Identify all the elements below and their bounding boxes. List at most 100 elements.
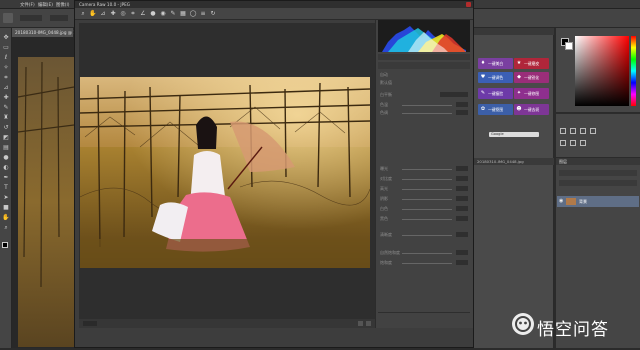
preferences-icon[interactable]: ≡ <box>199 10 207 18</box>
zoom-field[interactable] <box>83 321 97 326</box>
color-sampler-icon[interactable]: ✚ <box>109 10 117 18</box>
straighten-icon[interactable]: ∠ <box>139 10 147 18</box>
zoom-tool-icon[interactable]: ⌕ <box>79 10 87 18</box>
ext-button-3[interactable]: ♥ 一键调色 <box>478 72 513 83</box>
move-icon[interactable]: ✥ <box>2 34 10 42</box>
document-canvas[interactable] <box>12 37 75 348</box>
targeted-adjust-icon[interactable]: ◎ <box>119 10 127 18</box>
row-temperature[interactable]: 色温 <box>380 102 468 108</box>
diamond-icon: ♦ <box>480 60 486 66</box>
histogram <box>378 20 470 52</box>
camera-raw-toolbar: ⌕ ✋ ⊿ ✚ ◎ ⌗ ∠ ● ◉ ✎ ▦ ◯ ≡ ↻ <box>75 8 473 20</box>
ext-button-6[interactable]: ✦ 一键修图 <box>514 88 549 99</box>
document-tab[interactable]: 20180310-IMG_0448.jpg @ 12% <box>12 28 83 37</box>
before-after-icon[interactable] <box>358 321 363 326</box>
layers-panel-header: 图层 <box>556 158 640 165</box>
gem-icon: ◆ <box>517 74 521 80</box>
watermark-text: 悟空问答 <box>537 320 609 340</box>
document-strip[interactable]: 20180310-IMG_0448.jpg <box>474 158 554 165</box>
ext-button-1[interactable]: ♦ 一键美白 <box>478 58 513 69</box>
star-icon: ★ <box>516 60 522 66</box>
menu-edit[interactable]: 编辑(E) <box>38 2 53 8</box>
blend-mode-bar[interactable] <box>559 180 637 186</box>
curves-icon[interactable] <box>580 128 586 134</box>
dodge-icon[interactable]: ◐ <box>2 164 10 172</box>
pen-icon[interactable]: ✒ <box>2 174 10 182</box>
flower-icon: ✿ <box>480 106 486 112</box>
menu-file[interactable]: 文件(F) <box>20 2 35 8</box>
row-highlights[interactable]: 高光 <box>380 186 468 192</box>
crop-icon[interactable]: ⌗ <box>2 74 10 82</box>
extension-panel-header <box>474 28 554 35</box>
spot-removal-icon[interactable]: ● <box>149 10 157 18</box>
search-input[interactable]: Google <box>489 132 539 137</box>
radial-filter-icon[interactable]: ◯ <box>189 10 197 18</box>
row-shadows[interactable]: 阴影 <box>380 196 468 202</box>
row-tint[interactable]: 色调 <box>380 110 468 116</box>
color-balance-icon[interactable] <box>580 140 586 146</box>
heal-icon[interactable]: ✚ <box>2 94 10 102</box>
row-contrast[interactable]: 对比度 <box>380 176 468 182</box>
marquee-icon[interactable]: ▭ <box>2 44 10 52</box>
lasso-icon[interactable]: ℓ <box>2 54 10 62</box>
path-select-icon[interactable]: ➤ <box>2 194 10 202</box>
vibrance-icon[interactable] <box>560 140 566 146</box>
row-auto[interactable]: 自动 <box>380 72 468 78</box>
redeye-icon[interactable]: ◉ <box>159 10 167 18</box>
graduated-filter-icon[interactable]: ▦ <box>179 10 187 18</box>
eraser-icon[interactable]: ◩ <box>2 134 10 142</box>
row-default[interactable]: 默认值 <box>380 80 468 86</box>
ext-button-8[interactable]: ☻ 一键去斑 <box>514 104 549 115</box>
hand-icon[interactable]: ✋ <box>2 214 10 222</box>
adjustment-brush-icon[interactable]: ✎ <box>169 10 177 18</box>
layer-row-background[interactable]: ◉ 背景 <box>557 196 639 207</box>
hand-tool-icon[interactable]: ✋ <box>89 10 97 18</box>
wand-icon[interactable]: ✧ <box>2 64 10 72</box>
type-icon[interactable]: T <box>2 184 10 192</box>
hue-slider[interactable] <box>631 36 636 106</box>
shape-icon[interactable]: ■ <box>2 204 10 212</box>
preview-toggle-icon[interactable] <box>366 321 371 326</box>
pencil-icon: ✎ <box>480 90 486 96</box>
panel-tabs[interactable] <box>378 62 470 69</box>
ext-button-7[interactable]: ✿ 一键抠图 <box>478 104 513 115</box>
row-vibrance[interactable]: 自然饱和度 <box>380 250 468 256</box>
close-icon[interactable] <box>466 2 471 7</box>
menu-image[interactable]: 图像(I) <box>56 2 70 8</box>
stamp-icon[interactable]: ♜ <box>2 114 10 122</box>
row-exposure[interactable]: 曝光 <box>380 166 468 172</box>
mode-select[interactable] <box>50 15 68 21</box>
color-picker-field[interactable] <box>575 36 629 106</box>
white-balance-icon[interactable]: ⊿ <box>99 10 107 18</box>
hue-sat-icon[interactable] <box>570 140 576 146</box>
ext-button-5[interactable]: ✎ 一键瘦脸 <box>478 88 513 99</box>
ext-button-2[interactable]: ★ 一键磨皮 <box>514 58 549 69</box>
row-clarity[interactable]: 清晰度 <box>380 232 468 238</box>
foreground-color-icon[interactable] <box>2 242 8 248</box>
row-white-balance[interactable]: 白平衡 <box>380 92 468 98</box>
layer-filter-bar[interactable] <box>559 170 637 176</box>
levels-icon[interactable] <box>570 128 576 134</box>
background-swatch[interactable] <box>565 42 573 50</box>
document-tab-label: 20180310-IMG_0448.jpg @ 12% <box>15 30 83 35</box>
brush-preset-icon[interactable] <box>3 13 13 23</box>
blur-icon[interactable]: ● <box>2 154 10 162</box>
row-blacks[interactable]: 黑色 <box>380 216 468 222</box>
rotate-icon[interactable]: ↻ <box>209 10 217 18</box>
eye-icon[interactable]: ◉ <box>559 198 563 204</box>
exposure-icon[interactable] <box>590 128 596 134</box>
row-saturation[interactable]: 饱和度 <box>380 260 468 266</box>
zoom-icon[interactable]: ⌕ <box>2 224 10 232</box>
history-brush-icon[interactable]: ↺ <box>2 124 10 132</box>
crop-tool-icon[interactable]: ⌗ <box>129 10 137 18</box>
brush-size-field[interactable] <box>20 15 42 21</box>
row-whites[interactable]: 白色 <box>380 206 468 212</box>
face-icon: ☻ <box>516 106 522 112</box>
document-photo-partial <box>17 57 75 347</box>
brush-icon[interactable]: ✎ <box>2 104 10 112</box>
gradient-icon[interactable]: ▤ <box>2 144 10 152</box>
brightness-icon[interactable] <box>560 128 566 134</box>
eyedropper-icon[interactable]: ⊿ <box>2 84 10 92</box>
ext-button-4[interactable]: ◆ 一键锐化 <box>514 72 549 83</box>
sparkle-icon: ✦ <box>516 90 522 96</box>
